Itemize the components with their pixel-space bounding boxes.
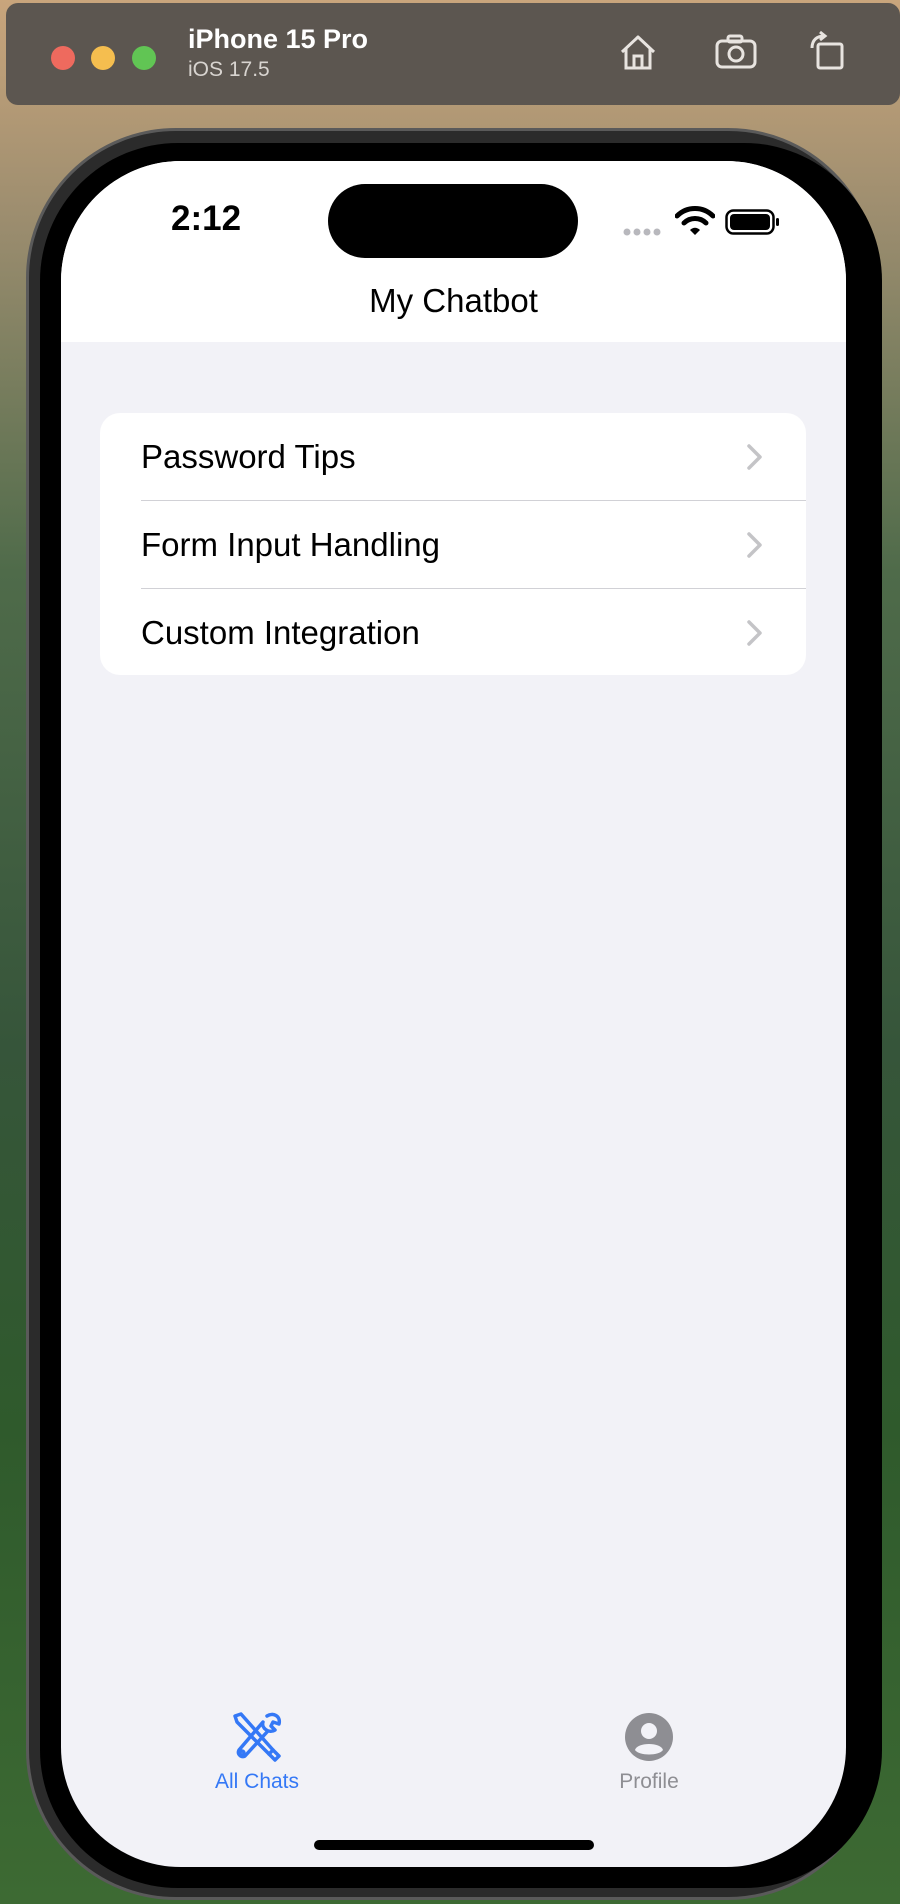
- simulator-os-version: iOS 17.5: [188, 58, 270, 81]
- chat-list-item-label: Custom Integration: [141, 614, 420, 651]
- home-indicator[interactable]: [314, 1840, 594, 1850]
- wifi-icon: [675, 206, 715, 235]
- simulator-toolbar: [6, 3, 900, 105]
- dynamic-island: [328, 184, 578, 258]
- chat-list-item-custom-integration[interactable]: Custom Integration: [100, 589, 806, 675]
- minimize-window-button[interactable]: [91, 46, 115, 70]
- rotate-icon[interactable]: [806, 30, 850, 74]
- chat-list-item-label: Form Input Handling: [141, 526, 440, 563]
- chevron-right-icon: [747, 444, 762, 470]
- tab-label: Profile: [619, 1770, 679, 1793]
- tab-all-chats[interactable]: All Chats: [177, 1710, 337, 1794]
- tab-profile[interactable]: Profile: [569, 1710, 729, 1794]
- tools-icon: [233, 1712, 282, 1762]
- zoom-window-button[interactable]: [132, 46, 156, 70]
- device-screen: 2:12 My Chatbot Password Tips Form Input…: [61, 161, 846, 1867]
- close-window-button[interactable]: [51, 46, 75, 70]
- person-circle-icon: [625, 1713, 673, 1761]
- chat-list-item-form-input-handling[interactable]: Form Input Handling: [100, 501, 806, 589]
- chat-list-item-password-tips[interactable]: Password Tips: [100, 413, 806, 501]
- chat-list-item-label: Password Tips: [141, 438, 356, 475]
- battery-icon: [725, 209, 779, 235]
- chevron-right-icon: [747, 620, 762, 646]
- camera-icon[interactable]: [714, 30, 758, 74]
- cellular-signal-icon: [623, 228, 661, 236]
- page-title: My Chatbot: [369, 282, 538, 319]
- chat-list: Password Tips Form Input Handling Custom…: [100, 413, 806, 675]
- status-time: 2:12: [171, 199, 242, 238]
- tab-label: All Chats: [214, 1770, 300, 1793]
- simulator-device-name: iPhone 15 Pro: [188, 24, 369, 54]
- home-icon[interactable]: [616, 30, 660, 74]
- chevron-right-icon: [747, 532, 762, 558]
